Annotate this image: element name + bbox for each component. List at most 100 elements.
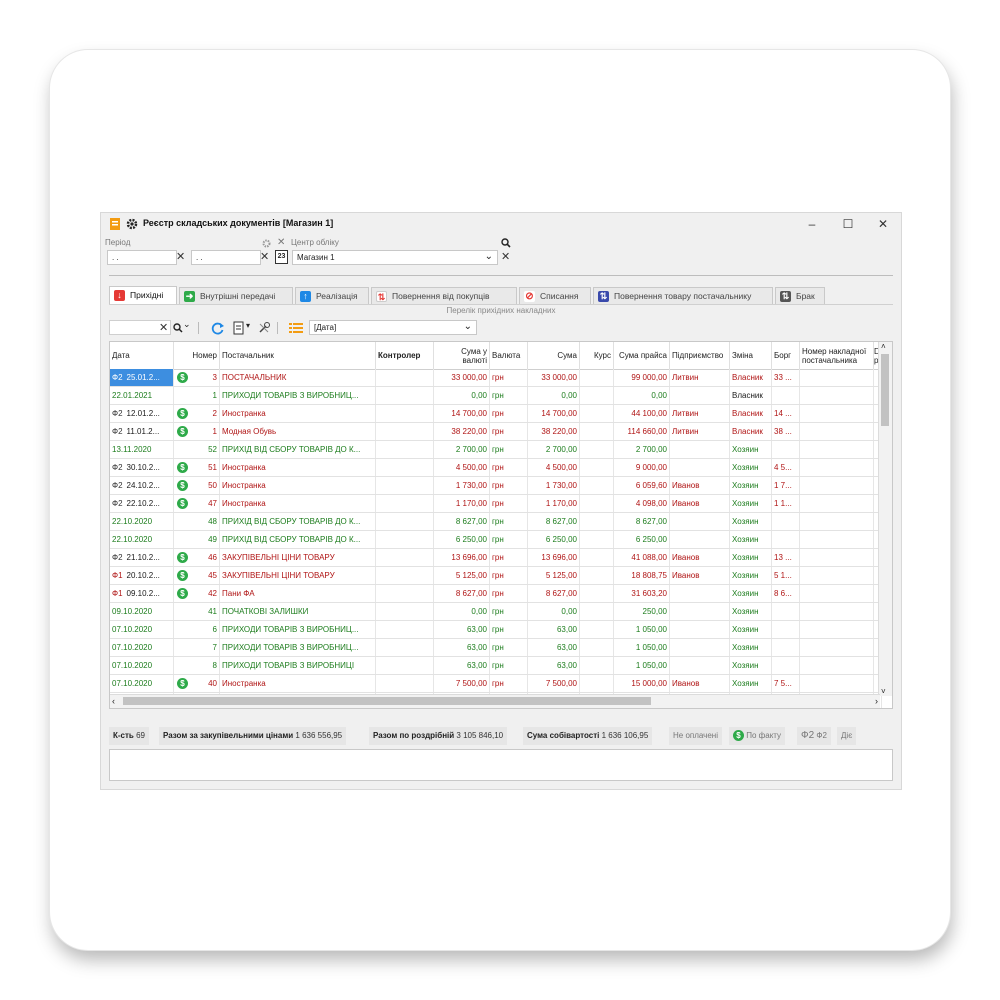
col-number[interactable]: Номер bbox=[174, 342, 220, 369]
horizontal-scroll-thumb[interactable] bbox=[123, 697, 651, 705]
close-window-button[interactable]: ✕ bbox=[869, 215, 897, 233]
table-row[interactable]: Ф2 22.10.2... $47 Иностранка 1 170,00 грн 1 17… bbox=[110, 495, 882, 513]
scroll-down-icon[interactable]: ˅ bbox=[881, 687, 886, 696]
settings-small-icon[interactable] bbox=[262, 239, 271, 248]
cell-debt bbox=[772, 657, 800, 674]
col-supplier[interactable]: Постачальник bbox=[220, 342, 376, 369]
paid-money-icon: $ bbox=[177, 462, 188, 473]
table-row[interactable]: 13.11.2020 52 ПРИХІД ВІД СБОРУ ТОВАРІВ ДО … bbox=[110, 441, 882, 459]
col-shift[interactable]: Зміна bbox=[730, 342, 772, 369]
search-dropdown-icon[interactable]: ⌄ bbox=[183, 319, 191, 330]
tab-label: Брак bbox=[796, 291, 815, 301]
clear-date-to-icon[interactable]: ✕ bbox=[260, 251, 269, 263]
search-icon[interactable] bbox=[501, 238, 511, 248]
scroll-right-icon[interactable]: › bbox=[875, 695, 878, 707]
report-dropdown-icon[interactable]: ▾ bbox=[246, 321, 250, 330]
col-sum[interactable]: Сума bbox=[528, 342, 580, 369]
tab-defects[interactable]: ⇅ Брак bbox=[775, 287, 825, 304]
table-row[interactable]: 07.10.2020 7 ПРИХОДИ ТОВАРІВ З ВИРОБНИЦ...… bbox=[110, 639, 882, 657]
cell-number: $2 bbox=[174, 405, 220, 422]
tab-sales[interactable]: ↑ Реалізація bbox=[295, 287, 369, 304]
cell-controller bbox=[376, 423, 434, 440]
details-panel bbox=[109, 749, 893, 781]
date-value: 11.01.2... bbox=[126, 427, 160, 436]
col-company[interactable]: Підприємство bbox=[670, 342, 730, 369]
table-row[interactable]: Ф1 09.10.2... $42 Пани ФА 8 627,00 грн 8 627,0… bbox=[110, 585, 882, 603]
table-row[interactable]: 22.01.2021 1 ПРИХОДИ ТОВАРІВ З ВИРОБНИЦ...… bbox=[110, 387, 882, 405]
scroll-left-icon[interactable]: ‹ bbox=[112, 695, 115, 707]
cell-price-sum: 1 050,00 bbox=[614, 639, 670, 656]
table-row[interactable]: 07.10.2020 8 ПРИХОДИ ТОВАРІВ З ВИРОБНИЦІ 63… bbox=[110, 657, 882, 675]
document-number: 6 bbox=[212, 625, 217, 634]
table-row[interactable]: Ф2 21.10.2... $46 ЗАКУПІВЕЛЬНІ ЦІНИ ТОВАРУ 1… bbox=[110, 549, 882, 567]
col-date[interactable]: Дата bbox=[110, 342, 174, 369]
cell-controller bbox=[376, 405, 434, 422]
table-row[interactable]: Ф2 11.01.2... $1 Модная Обувь 38 220,00 грн 38… bbox=[110, 423, 882, 441]
document-number: 41 bbox=[208, 607, 217, 616]
col-invoice-number[interactable]: Номер накладної постачальника bbox=[800, 342, 874, 369]
tab-label: Внутрішні передачі bbox=[200, 291, 276, 301]
calendar-icon[interactable]: 23 bbox=[275, 250, 288, 264]
date-from-field[interactable]: . . bbox=[107, 250, 177, 265]
horizontal-scrollbar[interactable]: ‹ › bbox=[110, 694, 880, 708]
tab-customer-returns[interactable]: ⇅ Повернення від покупців bbox=[371, 287, 517, 304]
filter-unpaid[interactable]: Не оплачені bbox=[669, 727, 722, 745]
cell-sum: 13 696,00 bbox=[528, 549, 580, 566]
table-row[interactable]: Ф2 24.10.2... $50 Иностранка 1 730,00 грн 1 73… bbox=[110, 477, 882, 495]
cell-rate bbox=[580, 423, 614, 440]
table-row[interactable]: 07.10.2020 $40 Иностранка 7 500,00 грн 7 500,… bbox=[110, 675, 882, 693]
report-icon[interactable] bbox=[233, 321, 245, 335]
center-select[interactable]: Магазин 1 ⌄ bbox=[292, 250, 498, 265]
table-row[interactable]: 22.10.2020 49 ПРИХІД ВІД СБОРУ ТОВАРІВ ДО … bbox=[110, 531, 882, 549]
col-currency[interactable]: Валюта bbox=[490, 342, 528, 369]
table-row[interactable]: Ф2 12.01.2... $2 Иностранка 14 700,00 грн 14 7… bbox=[110, 405, 882, 423]
cell-supplier: ПРИХОДИ ТОВАРІВ З ВИРОБНИЦ... bbox=[220, 639, 376, 656]
gear-icon[interactable] bbox=[126, 218, 138, 230]
f2-label: Ф2 bbox=[816, 731, 827, 740]
table-row[interactable]: 07.10.2020 6 ПРИХОДИ ТОВАРІВ З ВИРОБНИЦ...… bbox=[110, 621, 882, 639]
clear-center-icon[interactable]: ✕ bbox=[277, 237, 285, 248]
table-row[interactable]: 09.10.2020 41 ПОЧАТКОВІ ЗАЛИШКИ 0,00 грн 0,00… bbox=[110, 603, 882, 621]
cell-number: $1 bbox=[174, 423, 220, 440]
col-sum-currency[interactable]: Сума у валюті bbox=[434, 342, 490, 369]
date-to-field[interactable]: . . bbox=[191, 250, 261, 265]
table-row[interactable]: 22.10.2020 48 ПРИХІД ВІД СБОРУ ТОВАРІВ ДО … bbox=[110, 513, 882, 531]
vertical-scrollbar[interactable]: ˄ ˅ bbox=[878, 342, 892, 696]
vertical-scroll-thumb[interactable] bbox=[881, 354, 889, 426]
cell-price-sum: 6 059,60 bbox=[614, 477, 670, 494]
table-row[interactable]: Ф2 25.01.2... $3 ПОСТАЧАЛЬНИК 33 000,00 грн 33… bbox=[110, 369, 882, 387]
col-price-sum[interactable]: Сума прайса bbox=[614, 342, 670, 369]
cell-rate bbox=[580, 369, 614, 386]
tools-icon[interactable] bbox=[257, 321, 271, 335]
clear-date-from-icon[interactable]: ✕ bbox=[176, 251, 185, 263]
maximize-button[interactable]: ☐ bbox=[834, 215, 862, 233]
tab-internal-transfers[interactable]: ➜ Внутрішні передачі bbox=[179, 287, 293, 304]
search-options-icon[interactable] bbox=[173, 323, 183, 333]
cell-supplier: Иностранка bbox=[220, 405, 376, 422]
cell-rate bbox=[580, 585, 614, 602]
table-row[interactable]: Ф2 30.10.2... $51 Иностранка 4 500,00 грн 4 50… bbox=[110, 459, 882, 477]
cell-company: Литвин bbox=[670, 423, 730, 440]
swap-gray-icon: ⇅ bbox=[780, 291, 791, 302]
table-row[interactable]: Ф1 20.10.2... $45 ЗАКУПІВЕЛЬНІ ЦІНИ ТОВАРУ 5… bbox=[110, 567, 882, 585]
tab-supplier-returns[interactable]: ⇅ Повернення товару постачальнику bbox=[593, 287, 773, 304]
cell-supplier: ПРИХОДИ ТОВАРІВ З ВИРОБНИЦІ bbox=[220, 657, 376, 674]
tab-incoming[interactable]: ↓ Прихідні bbox=[109, 286, 177, 305]
refresh-icon[interactable] bbox=[211, 321, 225, 335]
clear-search-icon[interactable]: ✕ bbox=[159, 322, 168, 334]
col-rate[interactable]: Курс bbox=[580, 342, 614, 369]
document-number: 51 bbox=[208, 463, 217, 472]
tab-write-offs[interactable]: ⊘ Списання bbox=[519, 287, 591, 304]
sort-value: [Дата] bbox=[314, 323, 337, 332]
clear-center-button[interactable]: ✕ bbox=[501, 251, 510, 263]
minimize-button[interactable]: – bbox=[798, 215, 826, 233]
filter-by-fact[interactable]: $ По факту bbox=[729, 727, 786, 745]
scroll-up-icon[interactable]: ˄ bbox=[881, 342, 886, 351]
paid-money-icon: $ bbox=[177, 498, 188, 509]
filter-f2[interactable]: Ф2 Ф2 bbox=[797, 727, 831, 745]
date-value: 21.10.2... bbox=[126, 553, 160, 562]
col-controller[interactable]: Контролер bbox=[376, 342, 434, 369]
sort-field-select[interactable]: [Дата] ⌄ bbox=[309, 320, 477, 335]
col-debt[interactable]: Борг bbox=[772, 342, 800, 369]
filter-actions[interactable]: Діє bbox=[837, 727, 857, 745]
